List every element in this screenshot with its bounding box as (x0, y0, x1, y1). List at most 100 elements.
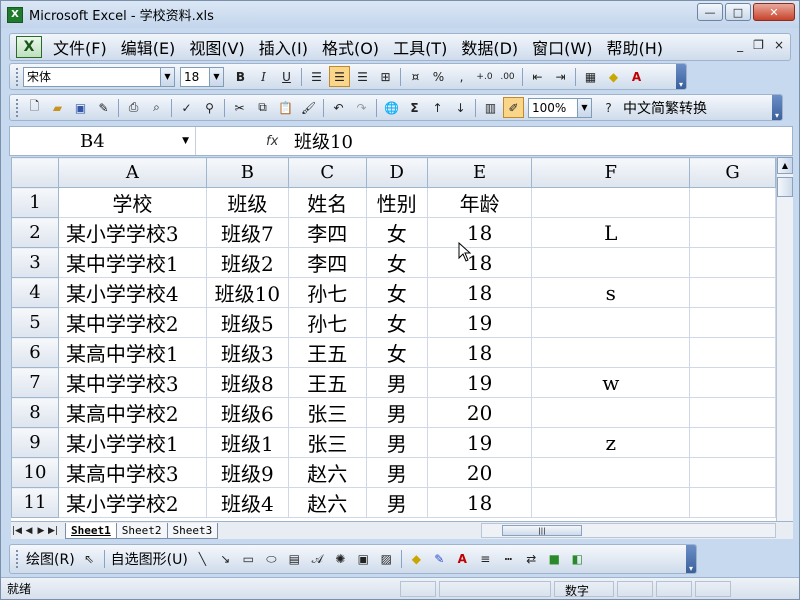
align-left-icon[interactable]: ☰ (306, 66, 327, 87)
align-center-icon[interactable]: ☰ (329, 66, 350, 87)
cell-a2[interactable]: 某小学学校3 (57, 217, 207, 248)
bold-button[interactable]: B (230, 66, 251, 87)
spelling-icon[interactable]: ✓ (176, 97, 197, 118)
textbox-icon[interactable]: ▤ (284, 549, 305, 570)
chevron-down-icon[interactable]: ▼ (209, 67, 223, 86)
horizontal-scrollbar[interactable]: ||| (481, 523, 776, 538)
cell-e11[interactable]: 18 (426, 487, 533, 518)
cell-d1[interactable]: 性别 (365, 187, 428, 218)
autoshapes-button[interactable]: 自选图形(U) (111, 549, 188, 569)
cell-a5[interactable]: 某中学学校2 (57, 307, 207, 338)
cell-b2[interactable]: 班级7 (205, 217, 289, 248)
save-icon[interactable]: ▣ (70, 97, 91, 118)
print-icon[interactable]: ⎙ (123, 97, 144, 118)
zoom-combo[interactable]: 100% ▼ (528, 97, 592, 118)
cell-d6[interactable]: 女 (365, 337, 428, 368)
cell-g6[interactable] (689, 337, 776, 368)
format-painter-icon[interactable]: 🖌 (298, 97, 319, 118)
row-header[interactable]: 1 (11, 187, 59, 218)
cell-e5[interactable]: 19 (426, 307, 533, 338)
row-header[interactable]: 8 (11, 397, 59, 428)
insert-function-button[interactable]: fx (196, 134, 286, 149)
rectangle-icon[interactable]: ▭ (238, 549, 259, 570)
cell-f3[interactable] (531, 247, 691, 278)
cell-d7[interactable]: 男 (365, 367, 428, 398)
cell-b9[interactable]: 班级1 (205, 427, 289, 458)
cell-g9[interactable] (689, 427, 776, 458)
vertical-scroll-thumb[interactable] (777, 177, 793, 197)
cell-e6[interactable]: 18 (426, 337, 533, 368)
align-right-icon[interactable]: ☰ (352, 66, 373, 87)
column-header-e[interactable]: E (426, 157, 533, 188)
cell-a4[interactable]: 某小学学校4 (57, 277, 207, 308)
cell-d11[interactable]: 男 (365, 487, 428, 518)
shadow-icon[interactable]: ■ (544, 549, 565, 570)
chart-wizard-icon[interactable]: ▥ (480, 97, 501, 118)
cell-f1[interactable] (531, 187, 691, 218)
font-color-icon[interactable]: A (626, 66, 647, 87)
minimize-button[interactable]: — (697, 3, 723, 21)
cell-e8[interactable]: 20 (426, 397, 533, 428)
cell-c10[interactable]: 赵六 (287, 457, 367, 488)
cell-c11[interactable]: 赵六 (287, 487, 367, 518)
formula-input[interactable]: 班级10 (286, 128, 353, 154)
menu-insert[interactable]: 插入(I) (252, 35, 315, 59)
underline-button[interactable]: U (276, 66, 297, 87)
cell-a9[interactable]: 某小学学校1 (57, 427, 207, 458)
percent-button[interactable]: % (428, 66, 449, 87)
toolbar-grip[interactable] (16, 67, 19, 86)
print-preview-icon[interactable]: ⌕ (146, 97, 167, 118)
cell-c6[interactable]: 王五 (287, 337, 367, 368)
decrease-indent-icon[interactable]: ⇤ (527, 66, 548, 87)
doc-minimize-button[interactable]: _ (737, 38, 743, 52)
cell-e10[interactable]: 20 (426, 457, 533, 488)
cell-f7[interactable]: w (531, 367, 691, 398)
cell-f2[interactable]: L (531, 217, 691, 248)
sheet-tab-sheet2[interactable]: Sheet2 (115, 522, 168, 539)
cell-b4[interactable]: 班级10 (205, 277, 289, 308)
horizontal-scroll-thumb[interactable]: ||| (502, 525, 582, 536)
fill-color-icon[interactable]: ◆ (406, 549, 427, 570)
cell-b11[interactable]: 班级4 (205, 487, 289, 518)
cell-c5[interactable]: 孙七 (287, 307, 367, 338)
scroll-up-icon[interactable]: ▲ (777, 157, 793, 174)
menu-file[interactable]: 文件(F) (46, 35, 114, 59)
cell-c4[interactable]: 孙七 (287, 277, 367, 308)
cell-f9[interactable]: z (531, 427, 691, 458)
chevron-down-icon[interactable]: ▼ (160, 67, 174, 86)
cell-f6[interactable] (531, 337, 691, 368)
dash-style-icon[interactable]: ┅ (498, 549, 519, 570)
menu-data[interactable]: 数据(D) (454, 35, 525, 59)
cell-g3[interactable] (689, 247, 776, 278)
column-header-a[interactable]: A (57, 157, 207, 188)
restore-button[interactable]: □ (725, 3, 751, 21)
cell-e7[interactable]: 19 (426, 367, 533, 398)
cell-a10[interactable]: 某高中学校3 (57, 457, 207, 488)
cell-a3[interactable]: 某中学学校1 (57, 247, 207, 278)
column-header-d[interactable]: D (365, 157, 428, 188)
cell-g10[interactable] (689, 457, 776, 488)
cell-g5[interactable] (689, 307, 776, 338)
cell-f4[interactable]: s (531, 277, 691, 308)
close-button[interactable]: ✕ (753, 3, 795, 21)
help-icon[interactable]: ? (598, 97, 619, 118)
row-header[interactable]: 2 (11, 217, 59, 248)
oval-icon[interactable]: ⬭ (261, 549, 282, 570)
wordart-icon[interactable]: 𝒜 (307, 549, 328, 570)
hyperlink-icon[interactable]: 🌐 (381, 97, 402, 118)
font-color-icon[interactable]: A (452, 549, 473, 570)
toolbar-grip[interactable] (16, 98, 19, 117)
row-header[interactable]: 5 (11, 307, 59, 338)
cell-a11[interactable]: 某小学学校2 (57, 487, 207, 518)
cell-b5[interactable]: 班级5 (205, 307, 289, 338)
cell-b10[interactable]: 班级9 (205, 457, 289, 488)
cell-c7[interactable]: 王五 (287, 367, 367, 398)
toolbar-options-icon[interactable]: ▾ (676, 64, 686, 89)
cell-d8[interactable]: 男 (365, 397, 428, 428)
increase-indent-icon[interactable]: ⇥ (550, 66, 571, 87)
3d-icon[interactable]: ◧ (567, 549, 588, 570)
row-header[interactable]: 4 (11, 277, 59, 308)
copy-icon[interactable]: ⧉ (252, 97, 273, 118)
cell-c1[interactable]: 姓名 (287, 187, 367, 218)
cell-b3[interactable]: 班级2 (205, 247, 289, 278)
